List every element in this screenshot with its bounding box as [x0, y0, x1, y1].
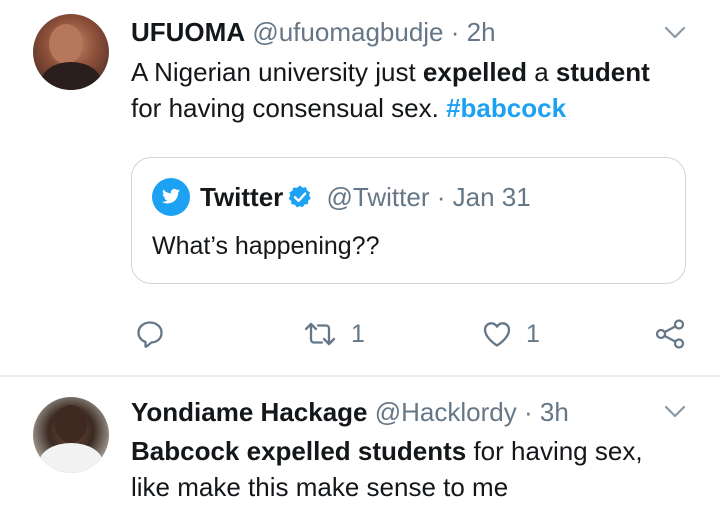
share-icon	[655, 319, 685, 349]
tweet-time[interactable]: 2h	[467, 17, 496, 47]
quoted-tweet-text: What’s happening??	[152, 232, 380, 260]
separator-dot: ·	[523, 397, 533, 427]
tweet-header: UFUOMA @ufuomagbudje · 2h	[131, 16, 496, 48]
heart-icon	[483, 322, 511, 347]
author-handle[interactable]: @ufuomagbudje	[252, 17, 443, 47]
tweet-header: Yondiame Hackage @Hacklordy · 3h	[131, 396, 569, 428]
separator-dot: ·	[450, 17, 460, 47]
reply-icon	[137, 321, 163, 348]
tweet-text-bold: student	[555, 57, 650, 87]
tweet-actions: 1 1	[0, 316, 720, 352]
quoted-tweet-header: Twitter @Twitter · Jan 31	[152, 178, 531, 218]
quoted-tweet-time[interactable]: Jan 31	[453, 182, 531, 212]
tweet-text-segment: for having sex,	[466, 436, 643, 466]
verified-badge-icon	[287, 184, 313, 210]
author-handle[interactable]: @Hacklordy	[375, 397, 517, 427]
tweet-text-segment: for having consensual sex.	[131, 93, 447, 123]
like-button[interactable]: 1	[482, 316, 540, 352]
twitter-bird-icon	[152, 178, 190, 216]
retweet-count: 1	[351, 319, 365, 348]
tweet-text-segment: A Nigerian university just	[131, 57, 423, 87]
chevron-down-icon[interactable]	[664, 26, 686, 40]
reply-button[interactable]	[135, 316, 165, 352]
like-count: 1	[526, 319, 540, 348]
tweet-text: A Nigerian university just expelled a st…	[131, 54, 650, 126]
retweet-icon	[304, 322, 336, 346]
tweet-text: Babcock expelled students for having sex…	[131, 433, 643, 505]
tweet-text-bold: expelled	[422, 57, 527, 87]
share-button[interactable]	[654, 316, 686, 352]
author-name[interactable]: UFUOMA	[131, 17, 245, 47]
tweet[interactable]: UFUOMA @ufuomagbudje · 2h A Nigerian uni…	[0, 0, 720, 375]
chevron-down-icon[interactable]	[664, 405, 686, 419]
quoted-author-handle[interactable]: @Twitter	[327, 182, 430, 212]
avatar[interactable]	[33, 14, 109, 90]
avatar-body	[41, 62, 101, 90]
tweet-time[interactable]: 3h	[540, 397, 569, 427]
separator-dot: ·	[436, 181, 446, 212]
hashtag-link[interactable]: #babcock	[446, 93, 566, 123]
retweet-button[interactable]: 1	[303, 316, 365, 352]
author-name[interactable]: Yondiame Hackage	[131, 397, 368, 427]
avatar-face	[55, 405, 87, 443]
quoted-tweet[interactable]: Twitter @Twitter · Jan 31 What’s happeni…	[131, 157, 686, 284]
tweet-text-bold: Babcock expelled students	[131, 436, 467, 466]
tweet-text-segment: a	[526, 57, 556, 87]
avatar-body	[39, 443, 103, 473]
avatar[interactable]	[33, 397, 109, 473]
tweet-text-segment: like make this make sense to me	[131, 472, 509, 502]
quoted-author-name[interactable]: Twitter	[200, 182, 283, 212]
avatar-face	[49, 24, 83, 64]
